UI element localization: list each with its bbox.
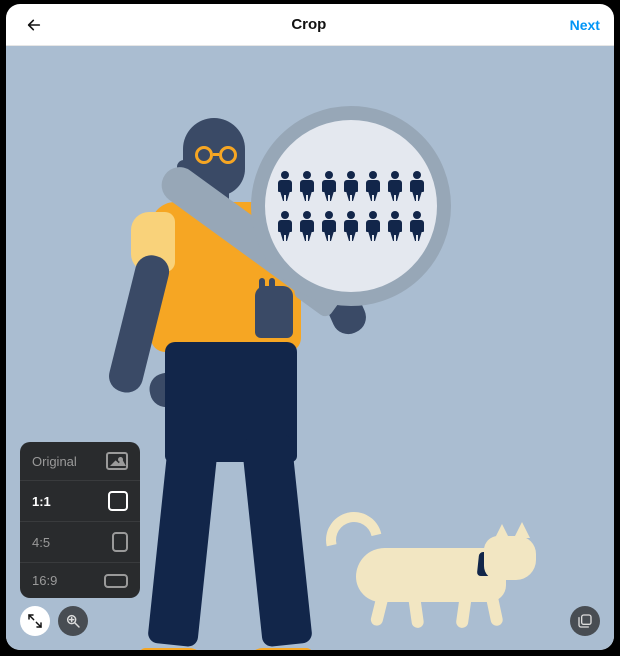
person-icon [321, 211, 337, 241]
person-icon [299, 211, 315, 241]
aspect-shape-icon [112, 532, 128, 552]
aspect-option-45[interactable]: 4:5 [20, 522, 140, 563]
aspect-shape-icon [108, 491, 128, 511]
person-icon [277, 171, 293, 201]
person-icon [409, 171, 425, 201]
aspect-option-169[interactable]: 16:9 [20, 563, 140, 598]
crop-dialog: Crop Next [6, 4, 614, 650]
gallery-icon [577, 613, 593, 629]
person-icon [299, 171, 315, 201]
aspect-option-label: Original [32, 454, 77, 469]
aspect-shape-icon [104, 574, 128, 588]
person-icon [365, 171, 381, 201]
next-button[interactable]: Next [570, 17, 600, 33]
back-button[interactable] [20, 11, 48, 39]
zoom-button[interactable] [58, 606, 88, 636]
person-icon [321, 171, 337, 201]
expand-icon [27, 613, 43, 629]
image-canvas[interactable]: Original 1:1 4:5 16:9 [6, 46, 614, 650]
illustration-cat [326, 518, 556, 638]
aspect-option-orig[interactable]: Original [20, 442, 140, 481]
person-icon [409, 211, 425, 241]
page-title: Crop [291, 16, 326, 33]
back-arrow-icon [26, 17, 42, 33]
person-icon [387, 211, 403, 241]
header-bar: Crop Next [6, 4, 614, 46]
aspect-option-label: 16:9 [32, 573, 57, 588]
aspect-option-11[interactable]: 1:1 [20, 481, 140, 522]
illustration-magnifier [251, 106, 451, 306]
aspect-ratio-panel: Original 1:1 4:5 16:9 [20, 442, 140, 598]
illustration-people-grid [265, 120, 437, 292]
person-icon [343, 211, 359, 241]
person-icon [343, 171, 359, 201]
person-icon [365, 211, 381, 241]
zoom-icon [65, 613, 81, 629]
aspect-option-label: 1:1 [32, 494, 51, 509]
aspect-shape-icon [106, 452, 128, 470]
aspect-option-label: 4:5 [32, 535, 50, 550]
crop-toggle-button[interactable] [20, 606, 50, 636]
person-icon [387, 171, 403, 201]
gallery-button[interactable] [570, 606, 600, 636]
person-icon [277, 211, 293, 241]
